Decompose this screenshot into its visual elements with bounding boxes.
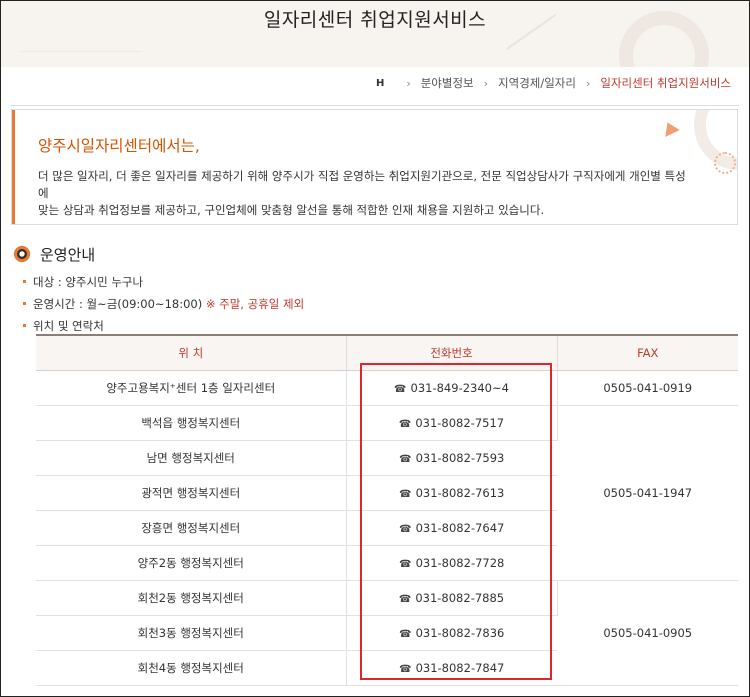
phone-cell: ☎ 031-8082-7728 — [346, 545, 557, 581]
page-title: 일자리센터 취업지원서비스 — [263, 9, 487, 31]
intro-box: 양주시일자리센터에서는, 더 많은 일자리, 더 좋은 일자리를 제공하기 위해… — [11, 109, 738, 225]
phone-icon: ☎ — [398, 593, 412, 605]
list-item-target: 대상 : 양주시민 누구나 — [23, 273, 304, 295]
section-title: 운영안내 — [40, 246, 96, 264]
phone-cell: ☎ 031-8082-7885 — [346, 580, 558, 616]
decoration-dotted-circle — [714, 152, 736, 174]
table-row: 양주고용복지⁺센터 1층 일자리센터 ☎ 031-849-2340~4 0505-… — [36, 370, 738, 406]
location-cell: 장흥면 행정복지센터 — [36, 510, 347, 546]
phone-icon: ☎ — [399, 453, 412, 465]
chevron-right-icon: › — [406, 76, 411, 90]
home-icon[interactable]: H — [376, 78, 384, 89]
fax-cell: 0505-041-1947 — [557, 405, 738, 581]
phone-cell: ☎ 031-8082-7593 — [346, 440, 557, 476]
banner-decoration-line — [21, 51, 141, 52]
hours-text: 운영시간 : 월~금(09:00~18:00) — [33, 297, 203, 311]
list-item-hours: 운영시간 : 월~금(09:00~18:00) ※ 주말, 공휴일 제외 — [23, 295, 304, 317]
contact-table: 위 치 전화번호 FAX 양주고용복지⁺센터 1층 일자리센터 ☎ 031-849… — [36, 334, 738, 686]
table-header-row: 위 치 전화번호 FAX — [36, 334, 738, 371]
phone-cell: ☎ 031-8082-7517 — [346, 405, 558, 441]
breadcrumb-item-category[interactable]: 분야별정보 — [421, 75, 474, 91]
intro-line-2: 맞는 상담과 취업정보를 제공하고, 구인업체에 맞춤형 알선을 통해 적합한 … — [38, 203, 545, 217]
fax-cell: 0505-041-0905 — [557, 580, 738, 686]
breadcrumb-item-economy[interactable]: 지역경제/일자리 — [498, 75, 576, 91]
phone-number: 031-8082-7613 — [415, 485, 505, 500]
location-cell: 회천3동 행정복지센터 — [36, 615, 347, 651]
info-list: 대상 : 양주시민 누구나 운영시간 : 월~금(09:00~18:00) ※ … — [23, 273, 304, 339]
page-banner: 일자리센터 취업지원서비스 — [1, 1, 749, 67]
phone-number: 031-8082-7728 — [415, 555, 505, 570]
phone-icon: ☎ — [399, 523, 412, 535]
decoration-triangle — [660, 119, 680, 137]
intro-description: 더 많은 일자리, 더 좋은 일자리를 제공하기 위해 양주시가 직접 운영하는… — [38, 168, 688, 219]
location-cell: 양주고용복지⁺센터 1층 일자리센터 — [36, 370, 347, 406]
phone-icon: ☎ — [399, 628, 412, 640]
breadcrumb-item-current[interactable]: 일자리센터 취업지원서비스 — [600, 75, 731, 91]
location-cell: 백석읍 행정복지센터 — [36, 405, 347, 441]
phone-number: 031-8082-7836 — [415, 625, 505, 640]
phone-number: 031-8082-7593 — [415, 450, 505, 465]
section-bullet-icon — [13, 245, 31, 263]
phone-cell: ☎ 031-849-2340~4 — [346, 370, 558, 406]
phone-number: 031-8082-7647 — [415, 520, 505, 535]
phone-number: 031-8082-7885 — [415, 590, 505, 605]
phone-cell: ☎ 031-8082-7836 — [346, 615, 557, 651]
location-cell: 회천2동 행정복지센터 — [36, 580, 347, 616]
intro-title: 양주시일자리센터에서는, — [38, 137, 200, 155]
intro-line-1: 더 많은 일자리, 더 좋은 일자리를 제공하기 위해 양주시가 직접 운영하는… — [38, 169, 686, 200]
phone-cell: ☎ 031-8082-7847 — [346, 650, 557, 686]
phone-icon: ☎ — [394, 383, 407, 395]
hours-note: ※ 주말, 공휴일 제외 — [205, 297, 305, 311]
phone-icon: ☎ — [399, 488, 412, 500]
table-row: 백석읍 행정복지센터 ☎ 031-8082-7517 0505-041-1947 — [36, 405, 738, 581]
breadcrumb: H › 분야별정보 › 지역경제/일자리 › 일자리센터 취업지원서비스 — [376, 74, 731, 92]
phone-icon: ☎ — [399, 558, 412, 570]
phone-number: 031-8082-7517 — [415, 415, 505, 430]
phone-number: 031-849-2340~4 — [410, 380, 509, 395]
phone-icon: ☎ — [398, 418, 412, 430]
intro-accent-bar — [12, 110, 15, 224]
phone-cell: ☎ 031-8082-7613 — [346, 475, 557, 511]
location-cell: 회천4동 행정복지센터 — [36, 650, 347, 686]
phone-cell: ☎ 031-8082-7647 — [346, 510, 557, 546]
location-cell: 남면 행정복지센터 — [36, 440, 347, 476]
page-frame: 일자리센터 취업지원서비스 H › 분야별정보 › 지역경제/일자리 › 일자리… — [0, 0, 750, 697]
chevron-right-icon: › — [585, 76, 591, 90]
location-cell: 광적면 행정복지센터 — [36, 475, 347, 511]
target-text: 대상 : 양주시민 누구나 — [33, 275, 144, 289]
header-phone: 전화번호 — [346, 334, 558, 371]
table-row: 회천2동 행정복지센터 ☎ 031-8082-7885 0505-041-0905 — [36, 580, 738, 686]
chevron-right-icon: › — [483, 76, 489, 90]
location-cell: 양주2동 행정복지센터 — [36, 545, 347, 581]
header-fax: FAX — [557, 334, 738, 371]
location-heading: 위치 및 연락처 — [33, 319, 104, 333]
fax-cell: 0505-041-0919 — [557, 370, 738, 406]
divider — [11, 105, 739, 106]
header-location: 위 치 — [36, 334, 347, 371]
phone-number: 031-8082-7847 — [415, 660, 505, 675]
phone-icon: ☎ — [399, 663, 412, 675]
